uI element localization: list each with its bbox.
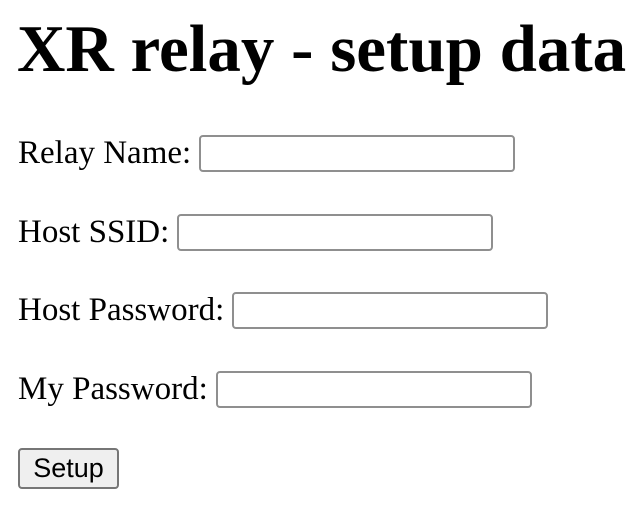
host-ssid-row: Host SSID: (18, 212, 494, 253)
host-ssid-label: Host SSID: (18, 214, 170, 250)
relay-name-label: Relay Name: (18, 135, 192, 171)
setup-button[interactable]: Setup (18, 448, 119, 489)
host-password-row: Host Password: (18, 290, 549, 331)
host-password-input[interactable] (232, 292, 549, 329)
relay-name-row: Relay Name: (18, 133, 516, 174)
host-password-label: Host Password: (18, 292, 225, 328)
page-title: XR relay - setup data (17, 12, 627, 86)
my-password-label: My Password: (18, 371, 208, 407)
relay-name-input[interactable] (199, 135, 516, 172)
host-ssid-input[interactable] (177, 214, 494, 251)
my-password-row: My Password: (18, 369, 532, 410)
my-password-input[interactable] (215, 371, 532, 408)
